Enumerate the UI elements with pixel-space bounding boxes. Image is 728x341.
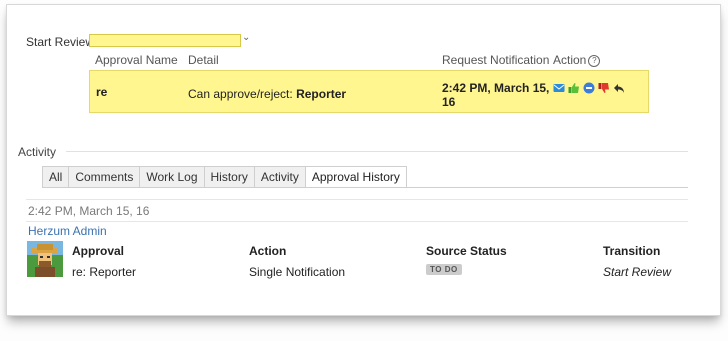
email-icon[interactable] xyxy=(553,82,565,94)
activity-tabs: All Comments Work Log History Activity A… xyxy=(42,166,407,188)
thumbs-up-icon[interactable] xyxy=(568,82,580,94)
history-transition-value: Start Review xyxy=(603,265,672,279)
approval-name: re xyxy=(96,85,108,99)
request-notification-line2: 16 xyxy=(442,95,456,109)
history-timestamp: 2:42 PM, March 15, 16 xyxy=(28,204,150,218)
header-action-label: Action xyxy=(553,53,587,67)
request-notification-time: 2:42 PM, March 15, 16 xyxy=(442,81,549,109)
history-action-value: Single Notification xyxy=(249,265,346,279)
approval-detail-role: Reporter xyxy=(296,87,347,101)
avatar[interactable] xyxy=(27,241,63,277)
tabs-divider xyxy=(42,187,688,188)
transition-select[interactable] xyxy=(89,34,241,47)
tab-activity[interactable]: Activity xyxy=(253,166,306,188)
action-icons xyxy=(553,82,625,94)
history-col-approval: Approval xyxy=(72,244,125,258)
header-detail: Detail xyxy=(188,53,219,67)
approval-detail-prefix: Can approve/reject: xyxy=(188,87,297,101)
chevron-down-icon[interactable]: ⌄ xyxy=(242,32,250,43)
help-icon[interactable]: ? xyxy=(588,55,601,67)
activity-divider xyxy=(66,151,688,152)
header-approval-name: Approval Name xyxy=(95,53,178,67)
header-request-notification: Request Notification xyxy=(442,53,550,67)
reply-icon[interactable] xyxy=(613,82,625,94)
activity-heading: Activity xyxy=(18,145,57,159)
tab-history[interactable]: History xyxy=(203,166,255,188)
history-col-transition: Transition xyxy=(603,244,661,258)
minus-circle-icon[interactable] xyxy=(583,82,595,94)
request-notification-line1: 2:42 PM, March 15, xyxy=(442,81,550,95)
history-approval-value: re: Reporter xyxy=(72,265,137,279)
tab-comments[interactable]: Comments xyxy=(68,166,141,188)
tab-work-log[interactable]: Work Log xyxy=(139,166,205,188)
approval-detail: Can approve/reject: Reporter xyxy=(188,87,346,101)
tab-approval-history[interactable]: Approval History xyxy=(304,166,407,188)
history-col-action: Action xyxy=(249,244,287,258)
header-action: Action? xyxy=(553,53,601,67)
transition-label: Start Review xyxy=(26,35,95,49)
history-user-link[interactable]: Herzum Admin xyxy=(28,224,107,238)
history-divider-top xyxy=(26,199,688,200)
tab-all[interactable]: All xyxy=(42,166,70,188)
status-badge: TO DO xyxy=(426,264,462,275)
history-divider xyxy=(26,221,688,222)
history-col-source-status: Source Status xyxy=(426,244,507,258)
thumbs-down-icon[interactable] xyxy=(598,82,610,94)
